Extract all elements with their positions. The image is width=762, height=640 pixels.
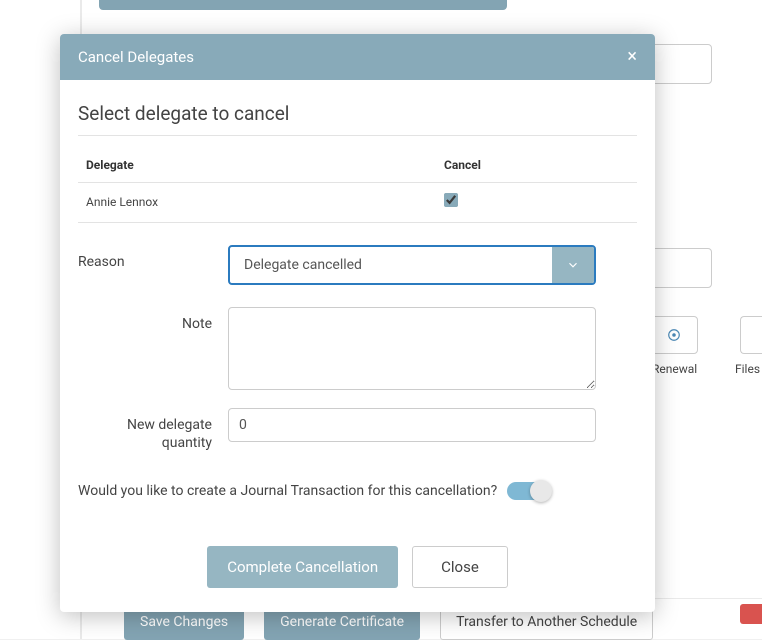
close-button[interactable]: Close bbox=[412, 546, 508, 588]
col-header-cancel: Cancel bbox=[444, 158, 629, 172]
reason-select[interactable]: Delegate cancelled bbox=[228, 245, 596, 285]
quantity-input[interactable] bbox=[228, 408, 596, 442]
toggle-knob bbox=[530, 480, 552, 502]
col-header-delegate: Delegate bbox=[86, 158, 444, 172]
reason-select-value: Delegate cancelled bbox=[230, 247, 552, 283]
note-row: Note bbox=[78, 307, 637, 394]
note-label: Note bbox=[78, 307, 228, 394]
table-row: Annie Lennox bbox=[78, 183, 637, 223]
section-title: Select delegate to cancel bbox=[78, 102, 637, 136]
reason-row: Reason Delegate cancelled bbox=[78, 245, 637, 285]
cancel-checkbox[interactable] bbox=[444, 193, 458, 207]
journal-prompt: Would you like to create a Journal Trans… bbox=[78, 483, 497, 499]
journal-toggle[interactable] bbox=[507, 482, 551, 500]
reason-label: Reason bbox=[78, 245, 228, 285]
close-icon: × bbox=[627, 46, 637, 67]
cancel-delegates-modal: Cancel Delegates × Select delegate to ca… bbox=[60, 34, 655, 612]
modal-title: Cancel Delegates bbox=[78, 48, 194, 66]
modal-header: Cancel Delegates × bbox=[60, 34, 655, 80]
quantity-row: New delegate quantity bbox=[78, 408, 637, 452]
modal-close-button[interactable]: × bbox=[627, 48, 637, 66]
journal-row: Would you like to create a Journal Trans… bbox=[78, 482, 637, 500]
modal-body: Select delegate to cancel Delegate Cance… bbox=[60, 80, 655, 612]
quantity-label: New delegate quantity bbox=[78, 408, 228, 452]
delegate-name: Annie Lennox bbox=[86, 195, 444, 209]
chevron-down-icon bbox=[552, 247, 594, 283]
modal-actions: Complete Cancellation Close bbox=[78, 546, 637, 588]
table-header: Delegate Cancel bbox=[78, 158, 637, 183]
delegates-table: Delegate Cancel Annie Lennox bbox=[78, 158, 637, 223]
note-textarea[interactable] bbox=[228, 307, 596, 390]
complete-cancellation-button[interactable]: Complete Cancellation bbox=[207, 546, 398, 588]
